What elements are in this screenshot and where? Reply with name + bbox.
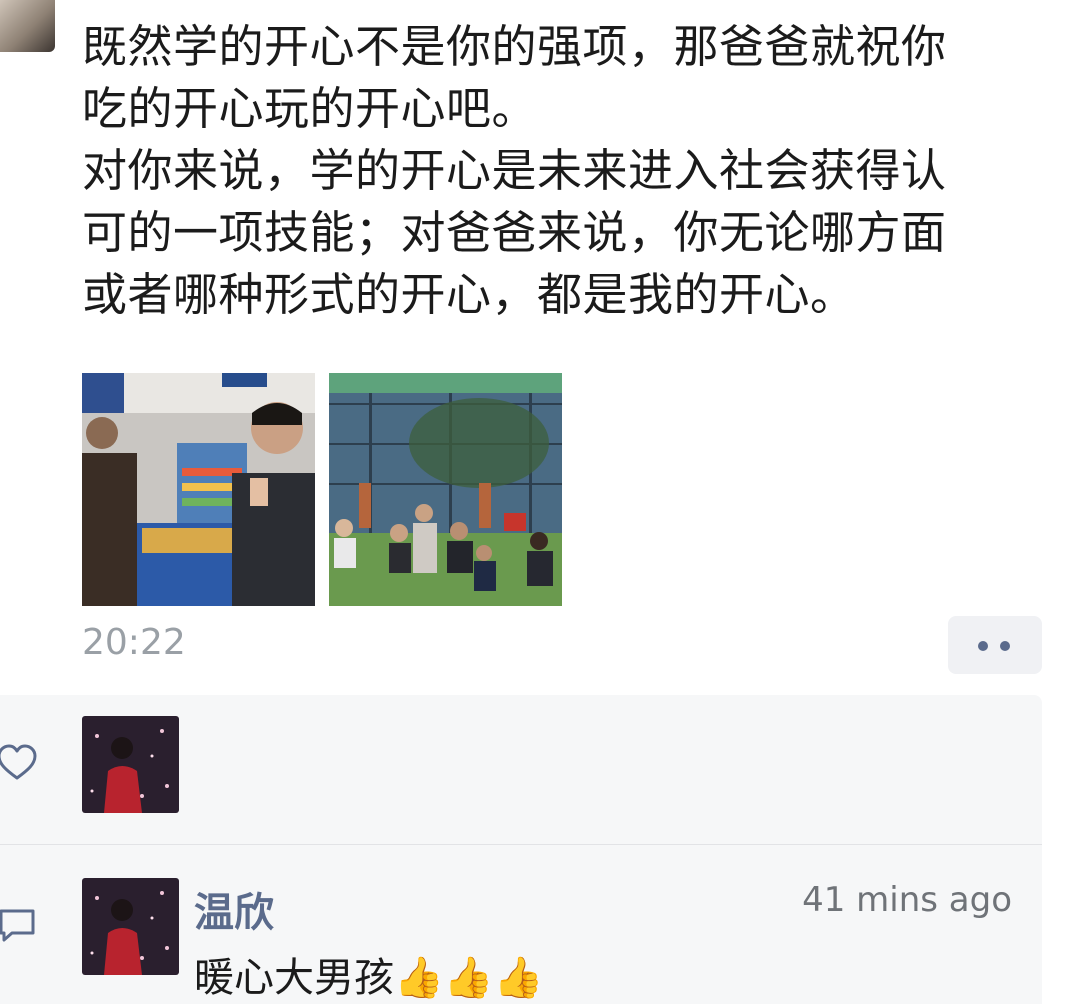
post-photo-outdoor[interactable] [329, 373, 562, 606]
more-dots-icon [1000, 641, 1010, 651]
post-line: 或者哪种形式的开心，都是我的开心。 [82, 268, 856, 321]
post-line: 对你来说，学的开心是未来进入社会获得认 [82, 144, 947, 197]
post-photo-supermarket[interactable] [82, 373, 315, 606]
heart-icon [0, 744, 37, 780]
post-text: 既然学的开心不是你的强项，那爸爸就祝你 吃的开心玩的开心吧。 对你来说，学的开心… [82, 16, 1042, 326]
commenter-avatar[interactable] [82, 878, 179, 975]
post-line: 吃的开心玩的开心吧。 [82, 82, 538, 135]
poster-avatar[interactable] [0, 0, 55, 52]
post-line: 可的一项技能；对爸爸来说，你无论哪方面 [82, 206, 947, 259]
post-time: 20:22 [82, 622, 186, 663]
comment-time: 41 mins ago [802, 880, 1012, 920]
comment-author[interactable]: 温欣 [194, 880, 274, 938]
post-line: 既然学的开心不是你的强项，那爸爸就祝你 [82, 20, 947, 73]
liker-avatar[interactable] [82, 716, 179, 813]
panel-divider [0, 844, 1042, 845]
comment-icon [0, 909, 35, 942]
more-dots-icon [978, 641, 988, 651]
comment-text: 暖心大男孩👍👍👍 [194, 955, 544, 1001]
more-button[interactable] [948, 616, 1042, 674]
